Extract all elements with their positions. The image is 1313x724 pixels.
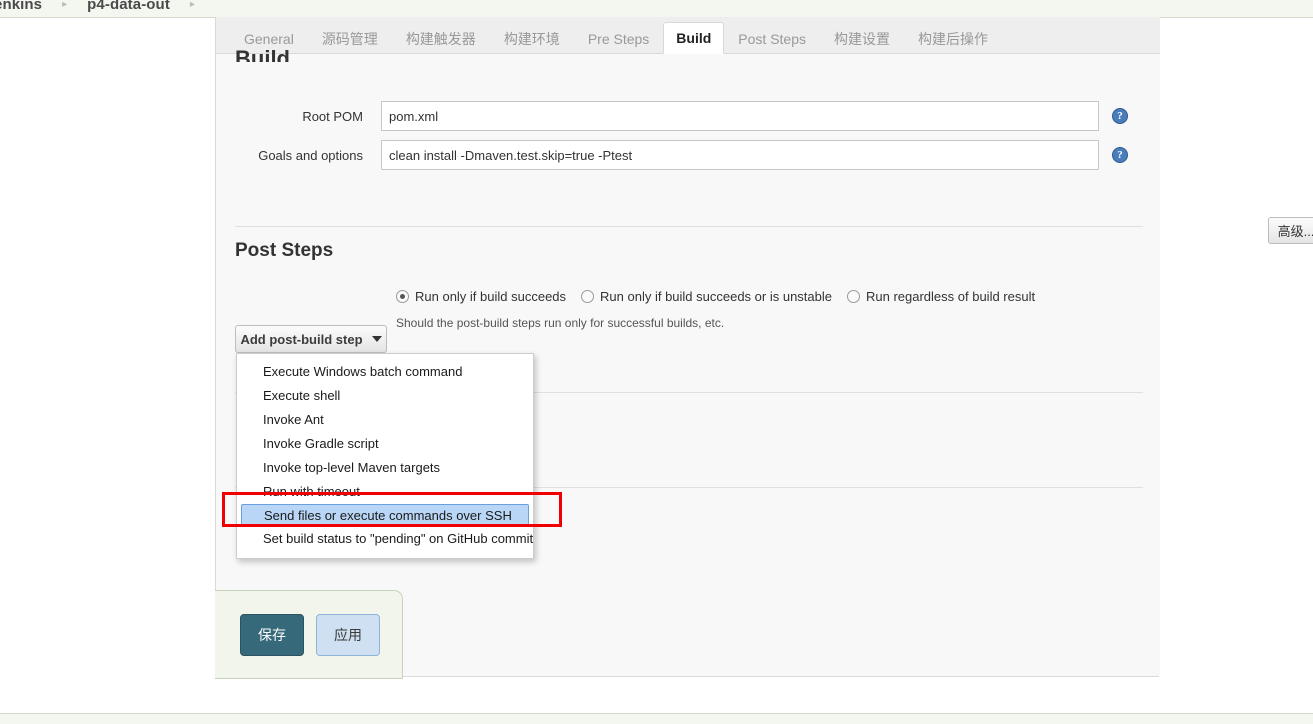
radio-run-regardless[interactable] (847, 290, 860, 303)
tab-build-triggers[interactable]: 构建触发器 (392, 24, 490, 54)
post-steps-radio-group: Run only if build succeeds Run only if b… (396, 289, 1050, 304)
tab-build-environment[interactable]: 构建环境 (490, 24, 574, 54)
menu-item-invoke-ant[interactable]: Invoke Ant (237, 408, 533, 432)
breadcrumb-separator-icon: ▸ (189, 0, 195, 10)
radio-label-run-only-if-succeeds[interactable]: Run only if build succeeds (415, 289, 566, 304)
goals-and-options-row: Goals and options ? (216, 140, 1160, 170)
add-post-build-step-button[interactable]: Add post-build step (235, 325, 387, 353)
config-tab-bar: General 源码管理 构建触发器 构建环境 Pre Steps Build … (216, 17, 1160, 54)
chevron-down-icon (371, 336, 382, 342)
goals-and-options-label: Goals and options (258, 147, 363, 163)
radio-run-only-if-succeeds[interactable] (396, 290, 409, 303)
tab-pre-steps[interactable]: Pre Steps (574, 24, 663, 54)
post-steps-title: Post Steps (235, 240, 334, 261)
tab-build[interactable]: Build (663, 22, 725, 54)
menu-item-invoke-top-level-maven-targets[interactable]: Invoke top-level Maven targets (237, 456, 533, 480)
breadcrumb-item-jenkins[interactable]: enkins (0, 0, 54, 13)
menu-item-execute-shell[interactable]: Execute shell (237, 384, 533, 408)
radio-label-run-if-succeeds-or-unstable[interactable]: Run only if build succeeds or is unstabl… (600, 289, 832, 304)
add-post-build-step-label: Add post-build step (240, 331, 363, 347)
save-bar: 保存 应用 (215, 590, 403, 679)
apply-button[interactable]: 应用 (316, 613, 380, 656)
page-root: enkins ▸ p4-data-out ▸ General 源码管理 构建触发… (0, 0, 1313, 724)
post-steps-hint: Should the post-build steps run only for… (396, 316, 725, 330)
menu-item-send-files-or-execute-commands-over-ssh[interactable]: Send files or execute commands over SSH (241, 504, 529, 527)
post-build-step-dropdown-menu[interactable]: Execute Windows batch command Execute sh… (236, 353, 534, 559)
radio-label-run-regardless[interactable]: Run regardless of build result (866, 289, 1035, 304)
radio-run-if-succeeds-or-unstable[interactable] (581, 290, 595, 303)
help-icon[interactable]: ? (1112, 147, 1128, 163)
divider (235, 226, 1143, 227)
menu-item-execute-windows-batch-command[interactable]: Execute Windows batch command (237, 360, 533, 384)
advanced-button[interactable]: 高级... (1268, 217, 1313, 244)
breadcrumb: enkins ▸ p4-data-out ▸ (0, 0, 1313, 18)
menu-item-set-build-status-pending-github[interactable]: Set build status to "pending" on GitHub … (237, 527, 533, 551)
build-section-heading: Build (235, 48, 290, 62)
breadcrumb-item-job[interactable]: p4-data-out (75, 0, 182, 13)
tab-build-settings[interactable]: 构建设置 (820, 24, 904, 54)
tab-post-steps[interactable]: Post Steps (724, 24, 820, 54)
menu-item-invoke-gradle-script[interactable]: Invoke Gradle script (237, 432, 533, 456)
goals-and-options-input[interactable] (381, 140, 1099, 170)
menu-item-run-with-timeout[interactable]: Run with timeout (237, 480, 533, 504)
save-button[interactable]: 保存 (240, 613, 304, 656)
breadcrumb-separator-icon: ▸ (62, 0, 68, 10)
root-pom-row: Root POM ? (216, 101, 1160, 131)
footer-bar (0, 713, 1313, 724)
root-pom-input[interactable] (381, 101, 1099, 131)
help-icon[interactable]: ? (1112, 108, 1128, 124)
tab-post-build-actions[interactable]: 构建后操作 (904, 24, 1002, 54)
root-pom-label: Root POM (302, 108, 363, 124)
tab-source-code-management[interactable]: 源码管理 (308, 24, 392, 54)
